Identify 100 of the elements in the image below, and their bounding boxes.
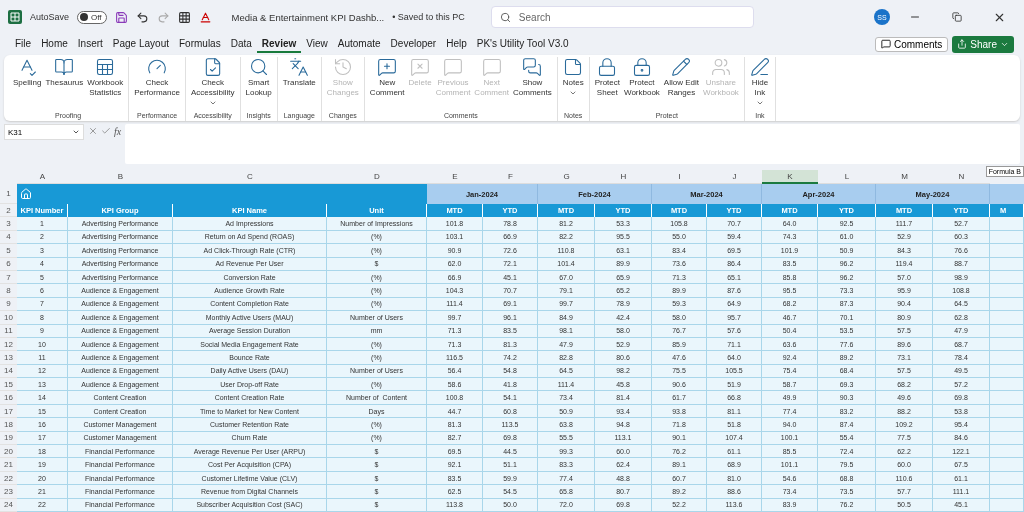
pen-icon: [749, 57, 770, 77]
comment-delete-icon: [410, 57, 431, 77]
restore-icon[interactable]: [952, 12, 962, 22]
pencil-icon: [671, 57, 692, 77]
row-number[interactable]: 18: [0, 418, 17, 432]
column-header[interactable]: G: [538, 170, 595, 184]
comment-icon: [481, 57, 502, 77]
document-title: Media & Entertainment KPI Dashb...: [231, 11, 385, 23]
table-cell: [990, 244, 1024, 258]
column-header[interactable]: F: [483, 170, 538, 184]
autosave-label: AutoSave: [30, 12, 70, 22]
home-icon[interactable]: [20, 188, 32, 200]
row-number[interactable]: 10: [0, 311, 17, 325]
column-header[interactable]: B: [68, 170, 173, 184]
row-number[interactable]: 15: [0, 378, 17, 392]
ribbon-button[interactable]: Check Performance: [132, 57, 182, 112]
history-icon: [332, 57, 353, 77]
column-header[interactable]: J: [707, 170, 762, 184]
ribbon-tab[interactable]: Developer: [385, 35, 442, 53]
column-header[interactable]: H: [595, 170, 652, 184]
table-cell: [990, 284, 1024, 298]
ribbon-tab[interactable]: Data: [225, 35, 257, 53]
comment-icon: [443, 57, 463, 77]
font-color-icon[interactable]: [198, 10, 212, 24]
excel-logo-icon: [8, 10, 22, 24]
ribbon-tab[interactable]: View: [301, 35, 333, 53]
table-cell: [990, 418, 1024, 432]
column-header[interactable]: I: [652, 170, 707, 184]
table-cell: [990, 445, 1024, 459]
search-field[interactable]: Search: [490, 6, 754, 28]
translate-icon: [289, 57, 310, 77]
row-number[interactable]: 20: [0, 445, 17, 459]
table-cell: [990, 351, 1024, 365]
row-number[interactable]: 23: [0, 485, 17, 499]
table-cell: [990, 485, 1024, 499]
row-number[interactable]: 21: [0, 458, 17, 472]
function-label[interactable]: fx: [114, 126, 122, 137]
ribbon-tab[interactable]: Home: [36, 35, 73, 53]
ribbon-button[interactable]: New Comment: [367, 57, 407, 112]
book-icon: [54, 57, 75, 77]
formula-input[interactable]: [125, 124, 1020, 164]
save-status[interactable]: • Saved to this PC: [392, 12, 465, 22]
row-number[interactable]: 8: [0, 284, 17, 298]
ribbon-tab[interactable]: Automate: [332, 35, 386, 53]
row-number[interactable]: 5: [0, 244, 17, 258]
column-header[interactable]: A: [17, 170, 68, 184]
ribbon-tab[interactable]: Formulas: [174, 35, 226, 53]
ribbon-tab[interactable]: Help: [441, 35, 472, 53]
ribbon-button[interactable]: Thesaurus: [43, 57, 86, 112]
borders-icon[interactable]: [177, 10, 191, 24]
ribbon-tab[interactable]: Page Layout: [107, 35, 174, 53]
caret-icon: [72, 128, 80, 136]
share-button[interactable]: Share: [952, 35, 1014, 53]
ribbon-button[interactable]: Check Accessibility: [188, 57, 237, 112]
comment-icon: [880, 39, 891, 49]
ribbon-button[interactable]: Translate: [280, 57, 318, 112]
column-header[interactable]: E: [427, 170, 483, 184]
column-header[interactable]: N: [933, 170, 990, 184]
ribbon-button[interactable]: Notes: [560, 57, 586, 112]
month-header: [990, 184, 1024, 204]
row-number[interactable]: 1: [0, 184, 17, 204]
comments-button[interactable]: Comments: [874, 36, 949, 52]
ribbon-button[interactable]: Workbook Statistics: [85, 57, 126, 112]
row-number[interactable]: 3: [0, 217, 17, 231]
ribbon-button[interactable]: Hide Ink: [747, 57, 772, 112]
table-icon: [95, 57, 116, 77]
comment-plus-icon: [377, 57, 398, 77]
ribbon-button[interactable]: Protect Sheet: [592, 57, 622, 112]
column-header[interactable]: K: [762, 170, 818, 184]
ribbon-tab[interactable]: PK's Utility Tool V3.0: [471, 35, 574, 53]
ribbon-button[interactable]: Allow Edit Ranges: [661, 57, 701, 112]
row-number[interactable]: 13: [0, 351, 17, 365]
users-icon: [710, 57, 731, 77]
ribbon-tab[interactable]: Review: [256, 35, 302, 53]
note-icon: [563, 57, 584, 77]
column-header[interactable]: M: [876, 170, 933, 184]
share-icon: [957, 39, 968, 49]
column-header[interactable]: L: [818, 170, 876, 184]
autosave-toggle[interactable]: Off: [77, 10, 107, 24]
ribbon-button[interactable]: Smart Lookup: [243, 57, 274, 112]
row-number[interactable]: 16: [0, 391, 17, 405]
search-icon: [248, 57, 269, 77]
lock-icon: [631, 57, 652, 77]
ribbon-tab[interactable]: Insert: [72, 35, 108, 53]
column-header[interactable]: C: [173, 170, 327, 184]
name-box[interactable]: K31: [4, 124, 84, 140]
undo-icon[interactable]: [135, 10, 149, 24]
ribbon-button[interactable]: Show Comments: [511, 57, 554, 112]
save-icon[interactable]: [114, 10, 128, 24]
row-number[interactable]: 2: [0, 204, 17, 218]
comments-icon: [522, 57, 543, 77]
search-icon: [499, 11, 511, 23]
search-input[interactable]: Search: [516, 10, 721, 24]
ribbon-button[interactable]: Protect Workbook: [622, 57, 662, 112]
table-cell: [990, 217, 1024, 231]
lock-icon: [597, 57, 618, 77]
ribbon-button[interactable]: Spelling: [11, 57, 44, 112]
ribbon-tab[interactable]: File: [10, 35, 37, 53]
column-header[interactable]: D: [327, 170, 427, 184]
table-cell: [990, 391, 1024, 405]
